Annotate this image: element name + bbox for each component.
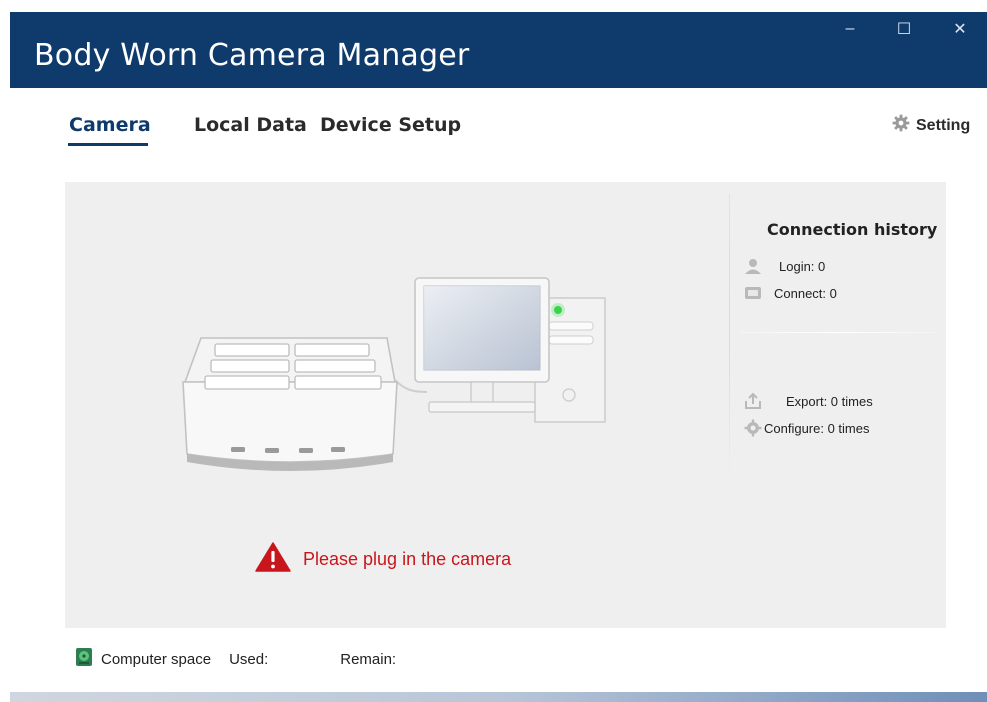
tab-device-setup[interactable]: Device Setup — [320, 114, 461, 136]
warning-icon — [255, 542, 291, 577]
minimize-button[interactable]: – — [828, 12, 872, 46]
main-nav: Camera Local Data Device Setup Setting — [0, 114, 987, 150]
plug-in-warning: Please plug in the camera — [255, 542, 511, 577]
close-button[interactable]: ✕ — [938, 12, 982, 46]
disk-icon — [75, 647, 93, 671]
maximize-button[interactable]: ☐ — [882, 12, 926, 46]
title-bar: Body Worn Camera Manager – ☐ ✕ — [10, 12, 987, 88]
setting-label: Setting — [916, 116, 971, 134]
dock-and-computer-illustration — [165, 272, 625, 517]
user-icon — [743, 257, 763, 275]
computer-space-label: Computer space — [101, 650, 212, 668]
bottom-status-strip — [10, 692, 987, 702]
connect-stat: Connect: 0 — [743, 284, 837, 302]
device-icon — [743, 284, 763, 302]
camera-panel: Connection history Login: 0 Connect: 0 E… — [65, 182, 946, 628]
connection-history-title: Connection history — [767, 220, 938, 239]
warning-message: Please plug in the camera — [303, 549, 512, 569]
configure-icon — [743, 419, 763, 437]
active-tab-indicator — [68, 143, 148, 146]
remain-label: Remain: — [340, 650, 397, 668]
storage-footer: Computer space Used: Remain: — [75, 648, 396, 670]
history-divider — [740, 332, 935, 333]
login-stat: Login: 0 — [743, 257, 825, 275]
export-icon — [743, 392, 763, 410]
tab-local-data[interactable]: Local Data — [194, 114, 307, 136]
app-title: Body Worn Camera Manager — [34, 38, 470, 73]
panel-divider — [729, 194, 730, 484]
gear-icon — [892, 114, 910, 137]
export-stat: Export: 0 times — [743, 392, 873, 410]
configure-stat: Configure: 0 times — [743, 419, 870, 437]
used-label: Used: — [229, 650, 269, 668]
setting-button[interactable]: Setting — [892, 114, 970, 137]
tab-camera[interactable]: Camera — [69, 114, 151, 136]
